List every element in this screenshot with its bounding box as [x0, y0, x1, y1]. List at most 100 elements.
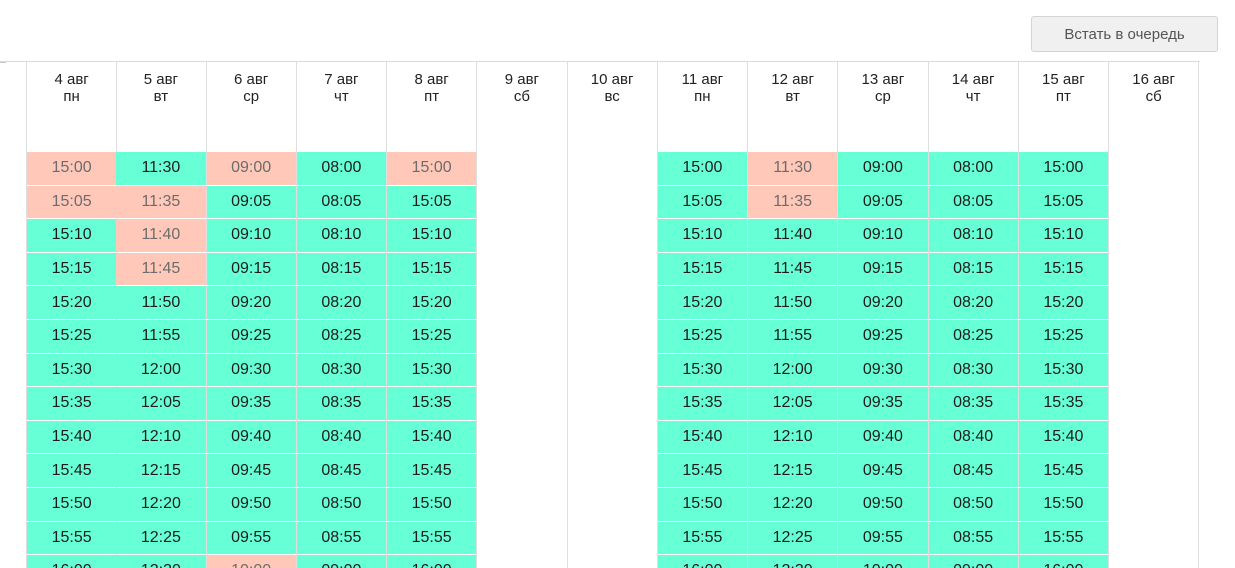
- time-slot-free[interactable]: 12:30: [116, 555, 206, 568]
- time-slot-free[interactable]: 08:35: [296, 387, 386, 420]
- time-slot-free[interactable]: 16:00: [387, 555, 477, 568]
- time-slot-free[interactable]: 15:20: [657, 286, 747, 319]
- time-slot-free[interactable]: 08:50: [296, 487, 386, 521]
- time-slot-free[interactable]: 12:10: [748, 420, 838, 454]
- time-slot-free[interactable]: 09:40: [838, 420, 928, 454]
- time-slot-free[interactable]: 09:25: [838, 319, 928, 353]
- time-slot-free[interactable]: 12:25: [116, 521, 206, 555]
- time-slot-free[interactable]: 15:40: [1018, 420, 1108, 454]
- time-slot-free[interactable]: 09:00: [838, 152, 928, 185]
- time-slot-free[interactable]: 15:35: [27, 387, 117, 420]
- time-slot-free[interactable]: 15:10: [657, 219, 747, 252]
- time-slot-free[interactable]: 09:30: [206, 353, 296, 387]
- time-slot-free[interactable]: 09:20: [206, 286, 296, 319]
- time-slot-free[interactable]: 15:15: [657, 252, 747, 286]
- time-slot-free[interactable]: 09:45: [838, 454, 928, 487]
- time-slot-free[interactable]: 15:25: [657, 319, 747, 353]
- time-slot-free[interactable]: 09:30: [838, 353, 928, 387]
- time-slot-free[interactable]: 08:55: [928, 521, 1018, 555]
- time-slot-free[interactable]: 15:10: [1018, 219, 1108, 252]
- time-slot-free[interactable]: 08:40: [928, 420, 1018, 454]
- time-slot-free[interactable]: 15:15: [387, 252, 477, 286]
- time-slot-free[interactable]: 08:00: [296, 152, 386, 185]
- time-slot-free[interactable]: 15:40: [657, 420, 747, 454]
- time-slot-free[interactable]: 15:45: [27, 454, 117, 487]
- time-slot-free[interactable]: 12:05: [116, 387, 206, 420]
- time-slot-free[interactable]: 08:20: [928, 286, 1018, 319]
- time-slot-free[interactable]: 08:35: [928, 387, 1018, 420]
- time-slot-free[interactable]: 15:30: [387, 353, 477, 387]
- time-slot-free[interactable]: 15:05: [657, 185, 747, 219]
- time-slot-free[interactable]: 09:10: [838, 219, 928, 252]
- time-slot-free[interactable]: 15:40: [27, 420, 117, 454]
- time-slot-free[interactable]: 09:35: [206, 387, 296, 420]
- time-slot-free[interactable]: 10:00: [838, 555, 928, 568]
- time-slot-free[interactable]: 15:35: [657, 387, 747, 420]
- time-slot-free[interactable]: 15:40: [387, 420, 477, 454]
- time-slot-free[interactable]: 09:15: [206, 252, 296, 286]
- time-slot-free[interactable]: 12:00: [116, 353, 206, 387]
- time-slot-free[interactable]: 09:10: [206, 219, 296, 252]
- time-slot-free[interactable]: 16:00: [1018, 555, 1108, 568]
- time-slot-free[interactable]: 08:05: [928, 185, 1018, 219]
- time-slot-free[interactable]: 12:10: [116, 420, 206, 454]
- time-slot-free[interactable]: 09:05: [838, 185, 928, 219]
- time-slot-free[interactable]: 15:20: [387, 286, 477, 319]
- time-slot-free[interactable]: 08:10: [928, 219, 1018, 252]
- time-slot-free[interactable]: 08:30: [928, 353, 1018, 387]
- time-slot-free[interactable]: 12:30: [748, 555, 838, 568]
- time-slot-free[interactable]: 15:10: [387, 219, 477, 252]
- time-slot-free[interactable]: 09:40: [206, 420, 296, 454]
- time-slot-free[interactable]: 15:50: [387, 487, 477, 521]
- time-slot-free[interactable]: 09:45: [206, 454, 296, 487]
- time-slot-free[interactable]: 09:50: [838, 487, 928, 521]
- time-slot-free[interactable]: 09:55: [838, 521, 928, 555]
- time-slot-free[interactable]: 09:55: [206, 521, 296, 555]
- time-slot-free[interactable]: 15:30: [27, 353, 117, 387]
- time-slot-free[interactable]: 08:30: [296, 353, 386, 387]
- time-slot-free[interactable]: 11:30: [116, 152, 206, 185]
- time-slot-free[interactable]: 15:30: [657, 353, 747, 387]
- time-slot-free[interactable]: 15:25: [27, 319, 117, 353]
- time-slot-free[interactable]: 15:45: [1018, 454, 1108, 487]
- time-slot-free[interactable]: 15:55: [27, 521, 117, 555]
- time-slot-free[interactable]: 09:50: [206, 487, 296, 521]
- time-slot-free[interactable]: 15:25: [1018, 319, 1108, 353]
- time-slot-free[interactable]: 11:55: [116, 319, 206, 353]
- time-slot-free[interactable]: 11:55: [748, 319, 838, 353]
- time-slot-free[interactable]: 08:25: [296, 319, 386, 353]
- time-slot-free[interactable]: 09:25: [206, 319, 296, 353]
- time-slot-free[interactable]: 08:15: [296, 252, 386, 286]
- time-slot-free[interactable]: 15:35: [1018, 387, 1108, 420]
- time-slot-free[interactable]: 12:05: [748, 387, 838, 420]
- time-slot-free[interactable]: 08:45: [296, 454, 386, 487]
- time-slot-free[interactable]: 15:00: [1018, 152, 1108, 185]
- time-slot-free[interactable]: 11:40: [748, 219, 838, 252]
- time-slot-free[interactable]: 11:45: [748, 252, 838, 286]
- time-slot-free[interactable]: 08:50: [928, 487, 1018, 521]
- time-slot-free[interactable]: 15:45: [387, 454, 477, 487]
- time-slot-free[interactable]: 11:50: [748, 286, 838, 319]
- time-slot-free[interactable]: 08:15: [928, 252, 1018, 286]
- time-slot-free[interactable]: 15:20: [1018, 286, 1108, 319]
- time-slot-free[interactable]: 15:15: [27, 252, 117, 286]
- time-slot-free[interactable]: 16:00: [27, 555, 117, 568]
- time-slot-free[interactable]: 15:15: [1018, 252, 1108, 286]
- time-slot-free[interactable]: 12:15: [748, 454, 838, 487]
- time-slot-free[interactable]: 08:00: [928, 152, 1018, 185]
- time-slot-free[interactable]: 12:20: [748, 487, 838, 521]
- time-slot-free[interactable]: 15:05: [1018, 185, 1108, 219]
- time-slot-free[interactable]: 08:20: [296, 286, 386, 319]
- time-slot-free[interactable]: 11:50: [116, 286, 206, 319]
- time-slot-free[interactable]: 15:00: [657, 152, 747, 185]
- time-slot-free[interactable]: 15:25: [387, 319, 477, 353]
- time-slot-free[interactable]: 15:50: [27, 487, 117, 521]
- time-slot-free[interactable]: 15:55: [1018, 521, 1108, 555]
- time-slot-free[interactable]: 15:55: [387, 521, 477, 555]
- time-slot-free[interactable]: 08:10: [296, 219, 386, 252]
- time-slot-free[interactable]: 09:00: [296, 555, 386, 568]
- time-slot-free[interactable]: 15:50: [1018, 487, 1108, 521]
- time-slot-free[interactable]: 09:35: [838, 387, 928, 420]
- time-slot-free[interactable]: 16:00: [657, 555, 747, 568]
- time-slot-free[interactable]: 15:50: [657, 487, 747, 521]
